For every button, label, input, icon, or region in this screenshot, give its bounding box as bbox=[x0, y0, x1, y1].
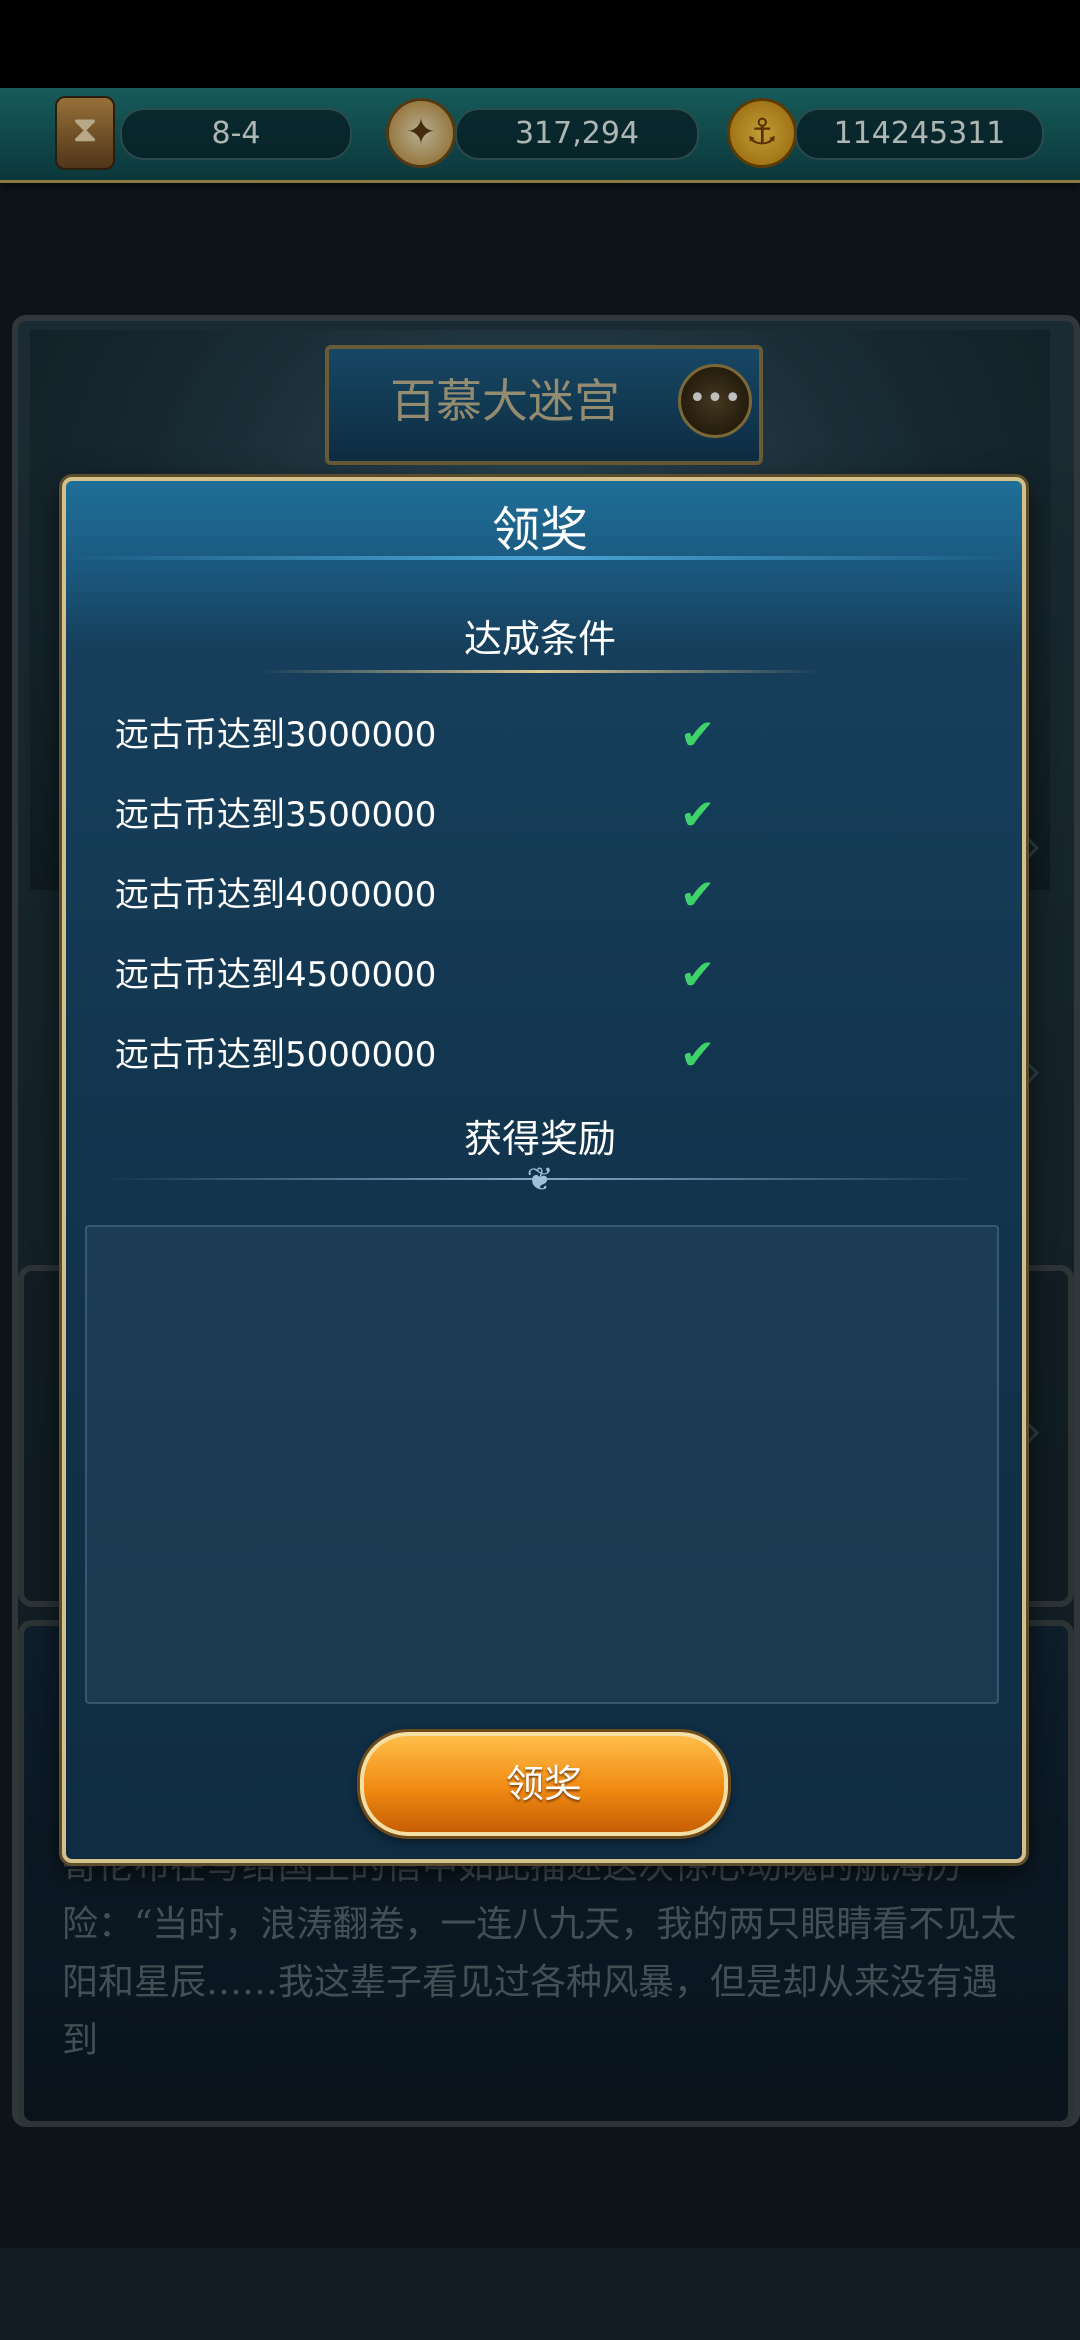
dialog-header-divider bbox=[66, 556, 1014, 560]
condition-text: 远古币达到3000000 bbox=[115, 715, 437, 755]
reward-heading: 获得奖励 bbox=[463, 1117, 616, 1161]
dialog-title: 领奖 bbox=[491, 502, 588, 558]
condition-text: 远古币达到4500000 bbox=[115, 955, 437, 995]
condition-row: 远古币达到4000000 ✔ bbox=[115, 865, 755, 925]
check-icon: ✔ bbox=[680, 1030, 716, 1079]
condition-row: 远古币达到3000000 ✔ bbox=[115, 705, 755, 765]
check-icon: ✔ bbox=[680, 790, 716, 839]
status-bar bbox=[0, 0, 1080, 88]
condition-row: 远古币达到5000000 ✔ bbox=[115, 1025, 755, 1085]
condition-row: 远古币达到3500000 ✔ bbox=[115, 785, 755, 845]
check-icon: ✔ bbox=[680, 870, 716, 919]
ornament-icon: ❦ bbox=[526, 1160, 554, 1198]
reward-items-area bbox=[85, 1225, 999, 1704]
check-icon: ✔ bbox=[680, 710, 716, 759]
conditions-divider bbox=[260, 670, 820, 673]
check-icon: ✔ bbox=[680, 950, 716, 999]
condition-text: 远古币达到5000000 bbox=[115, 1035, 437, 1075]
conditions-heading: 达成条件 bbox=[463, 617, 616, 661]
condition-text: 远古币达到4000000 bbox=[115, 875, 437, 915]
condition-row: 远古币达到4500000 ✔ bbox=[115, 945, 755, 1005]
condition-text: 远古币达到3500000 bbox=[115, 795, 437, 835]
claim-reward-button[interactable]: 领奖 bbox=[360, 1732, 728, 1836]
